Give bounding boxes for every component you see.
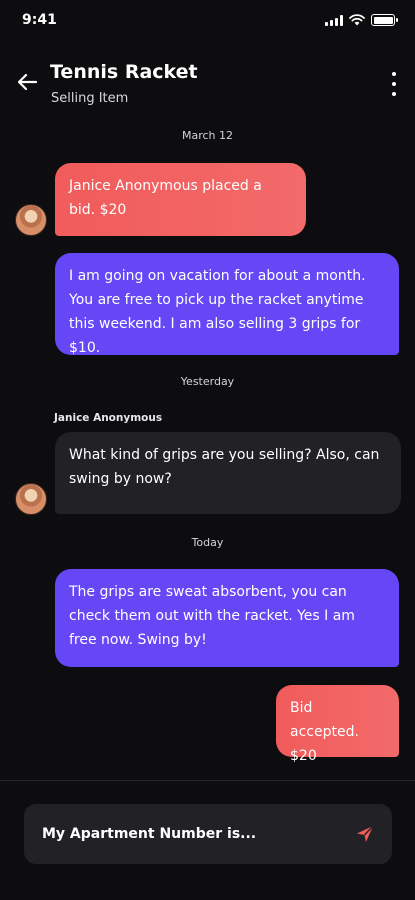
avatar[interactable] [15, 204, 47, 236]
more-options-button[interactable] [389, 72, 399, 96]
status-icons [325, 14, 398, 26]
message-bubble-sent[interactable]: I am going on vacation for about a month… [55, 253, 399, 356]
composer-divider [0, 780, 415, 781]
more-vertical-icon [392, 72, 396, 76]
message-bubble-sent[interactable]: The grips are sweat absorbent, you can c… [55, 569, 399, 667]
chat-header: Tennis Racket Selling Item [0, 56, 415, 116]
message-bubble-bid[interactable]: Janice Anonymous placed a bid. $20 [55, 163, 306, 236]
avatar[interactable] [15, 483, 47, 515]
date-separator: Today [191, 536, 224, 549]
signal-icon [325, 14, 343, 26]
arrow-left-icon [17, 73, 38, 91]
status-time: 9:41 [22, 12, 57, 28]
back-button[interactable] [14, 68, 42, 96]
date-separator: March 12 [181, 129, 234, 142]
wifi-icon [349, 14, 365, 26]
battery-icon [371, 14, 398, 26]
message-bubble-bid-accepted[interactable]: Bid accepted. $20 [276, 685, 399, 764]
send-button[interactable] [354, 823, 376, 845]
message-bubble-received[interactable]: What kind of grips are you selling? Also… [55, 432, 401, 514]
sender-name: Janice Anonymous [54, 412, 163, 424]
date-separator: Yesterday [180, 375, 235, 388]
send-icon [357, 825, 374, 842]
page-title: Tennis Racket [50, 61, 198, 83]
message-composer [24, 804, 392, 864]
page-subtitle: Selling Item [51, 91, 129, 106]
status-bar: 9:41 [0, 0, 415, 40]
message-input[interactable] [42, 824, 332, 844]
